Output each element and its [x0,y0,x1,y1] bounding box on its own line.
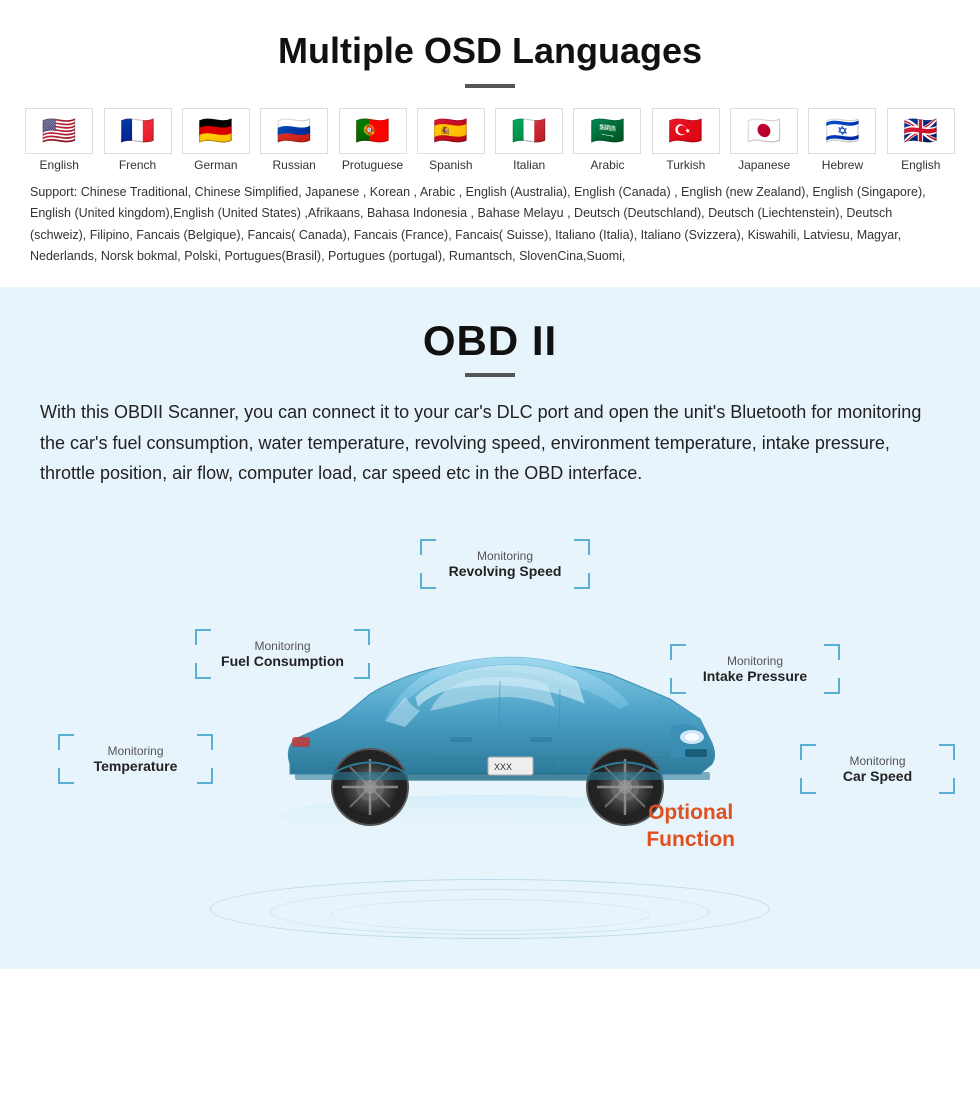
flag-item-russian: 🇷🇺 Russian [255,108,333,172]
flag-emoji: 🇹🇷 [652,108,720,154]
optional-line1: Optional [646,799,735,826]
obd-section: OBD II With this OBDII Scanner, you can … [0,287,980,969]
flag-emoji: 🇫🇷 [104,108,172,154]
flag-label: Italian [513,158,545,172]
monitor-revolving-speed: Monitoring Revolving Speed [420,539,590,589]
monitor-temperature: Monitoring Temperature [58,734,213,784]
flag-emoji: 🇷🇺 [260,108,328,154]
flag-item-french: 🇫🇷 French [98,108,176,172]
optional-function-badge: Optional Function [646,799,735,854]
svg-text:XXX: XXX [494,762,512,772]
flag-item-spanish: 🇪🇸 Spanish [412,108,490,172]
flag-label: Turkish [666,158,705,172]
revolving-main: Revolving Speed [434,563,576,579]
flag-label: English [40,158,79,172]
flag-item-protuguese: 🇵🇹 Protuguese [333,108,411,172]
flag-label: Arabic [590,158,624,172]
flag-label: German [194,158,237,172]
flags-row: 🇺🇸 English 🇫🇷 French 🇩🇪 German 🇷🇺 Russia… [20,108,960,172]
support-text: Support: Chinese Traditional, Chinese Si… [20,182,960,267]
obd-title: OBD II [40,317,940,365]
flag-emoji: 🇮🇹 [495,108,563,154]
flag-label: Protuguese [342,158,403,172]
obd-description: With this OBDII Scanner, you can connect… [40,397,940,489]
monitor-car-speed: Monitoring Car Speed [800,744,955,794]
flag-emoji: 🇮🇱 [808,108,876,154]
flag-label: Hebrew [822,158,863,172]
flag-label: Spanish [429,158,472,172]
flag-item-arabic: 🇸🇦 Arabic [568,108,646,172]
flag-label: Japanese [738,158,790,172]
flag-item-turkish: 🇹🇷 Turkish [647,108,725,172]
optional-line2: Function [646,826,735,853]
flag-item-hebrew: 🇮🇱 Hebrew [803,108,881,172]
speed-main: Car Speed [814,768,941,784]
osd-divider [465,84,515,88]
osd-section: Multiple OSD Languages 🇺🇸 English 🇫🇷 Fre… [0,0,980,287]
revolving-sub: Monitoring [434,549,576,563]
flag-emoji: 🇪🇸 [417,108,485,154]
temp-main: Temperature [72,758,199,774]
speed-sub: Monitoring [814,754,941,768]
flag-emoji: 🇯🇵 [730,108,798,154]
obd-divider [465,373,515,377]
flag-emoji: 🇩🇪 [182,108,250,154]
flag-item-english: 🇺🇸 English [20,108,98,172]
flag-label: Russian [273,158,316,172]
flag-emoji: 🇺🇸 [25,108,93,154]
flag-label: English [901,158,940,172]
car-diagram: Monitoring Revolving Speed Monitoring Fu… [40,509,940,949]
flag-label: French [119,158,156,172]
flag-item-italian: 🇮🇹 Italian [490,108,568,172]
flag-emoji: 🇸🇦 [573,108,641,154]
flag-item-japanese: 🇯🇵 Japanese [725,108,803,172]
temp-sub: Monitoring [72,744,199,758]
flag-emoji: 🇬🇧 [887,108,955,154]
flag-item-german: 🇩🇪 German [177,108,255,172]
ripple-container [190,859,790,939]
osd-title: Multiple OSD Languages [20,30,960,72]
flag-item-english: 🇬🇧 English [882,108,960,172]
flag-emoji: 🇵🇹 [339,108,407,154]
